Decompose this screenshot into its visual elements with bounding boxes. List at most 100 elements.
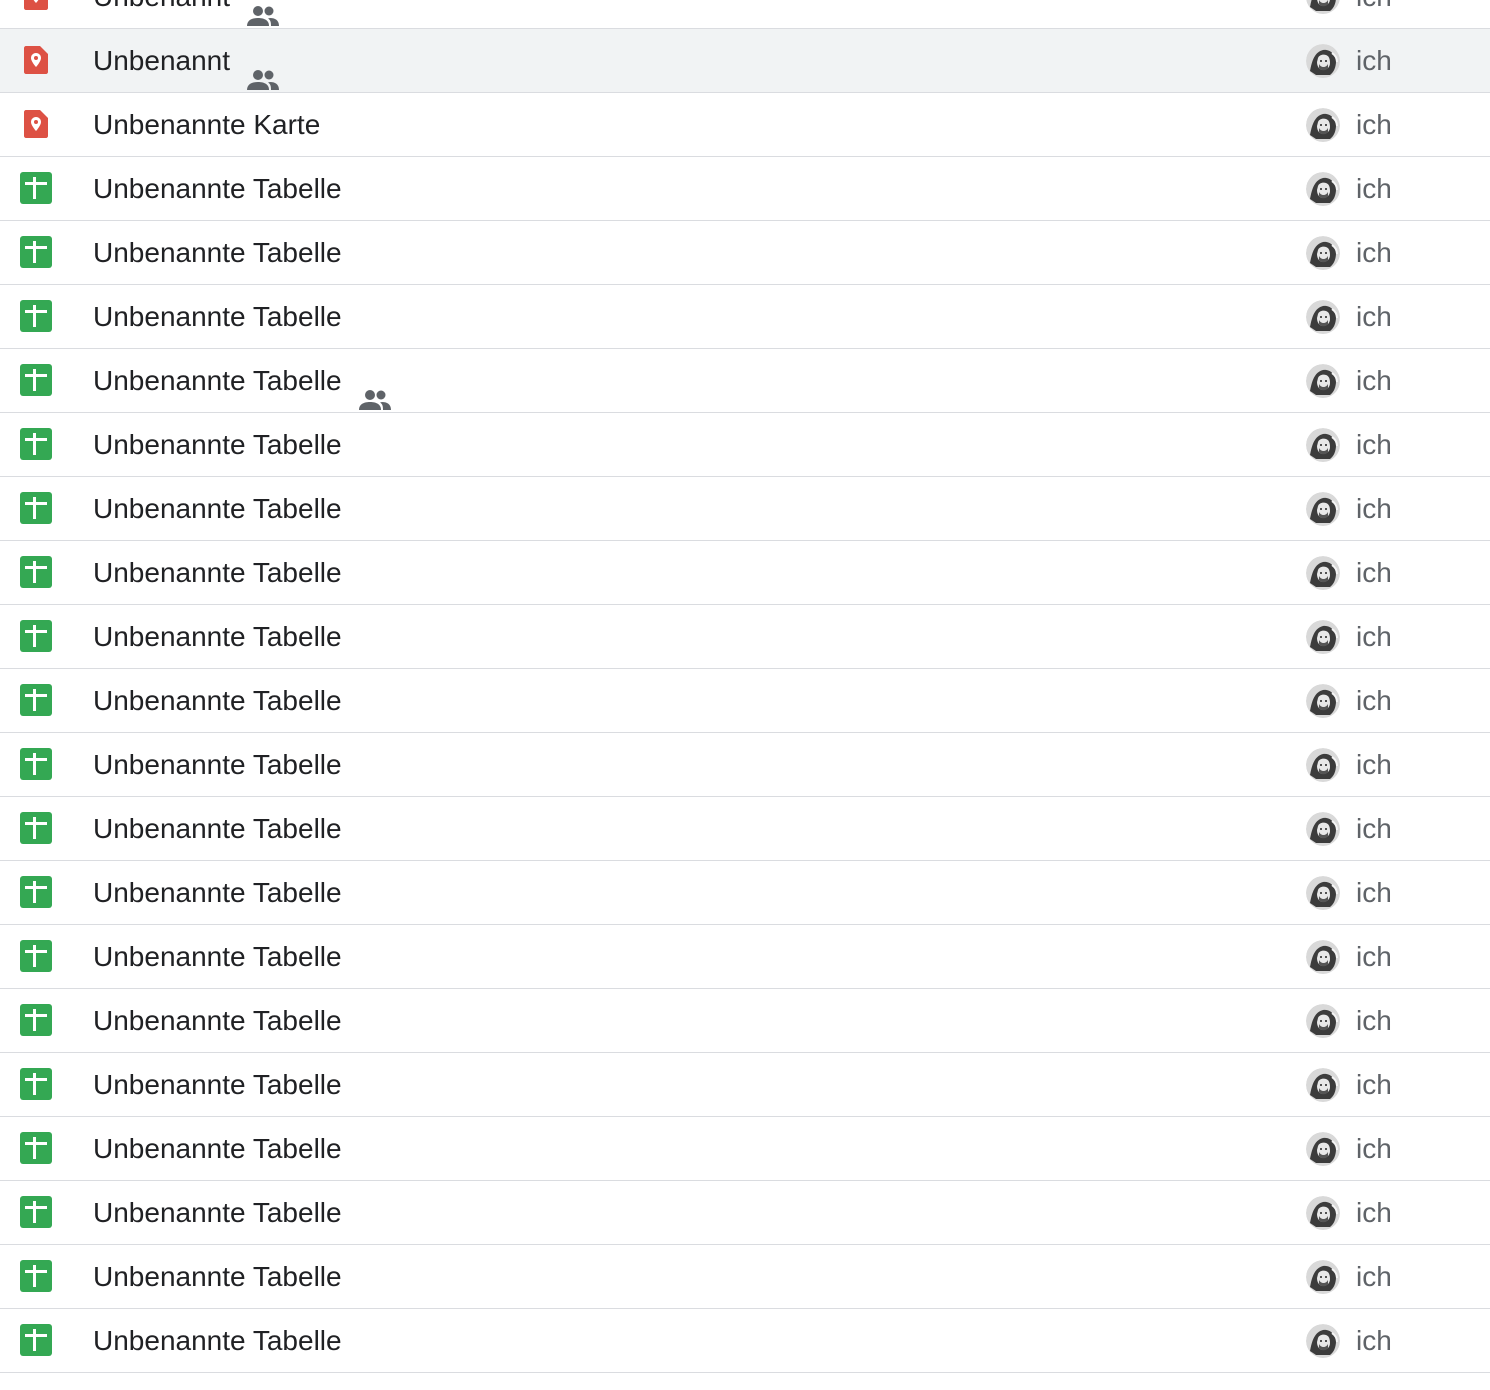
file-name: Unbenannt xyxy=(93,29,280,92)
file-name: Unbenannte Tabelle xyxy=(93,733,342,796)
owner-label: ich xyxy=(1356,620,1392,652)
sheets-file-icon xyxy=(20,748,52,780)
avatar xyxy=(1306,107,1340,142)
file-name: Unbenannte Tabelle xyxy=(93,477,342,540)
file-name-label: Unbenannte Tabelle xyxy=(93,493,342,524)
avatar xyxy=(1306,1323,1340,1358)
list-item[interactable]: Unbenannt ich xyxy=(0,29,1490,93)
owner-label: ich xyxy=(1356,172,1392,204)
file-name-label: Unbenannte Tabelle xyxy=(93,173,342,204)
list-item[interactable]: Unbenannte Tabelle ich xyxy=(0,221,1490,285)
owner-cell: ich xyxy=(1306,477,1392,540)
sheets-file-icon xyxy=(20,428,52,460)
sheets-file-icon xyxy=(20,812,52,844)
file-name: Unbenannte Tabelle xyxy=(93,861,342,924)
list-item[interactable]: Unbenannte Tabelle ich xyxy=(0,1117,1490,1181)
sheets-file-icon xyxy=(20,172,52,204)
file-name-label: Unbenannte Tabelle xyxy=(93,1197,342,1228)
owner-cell: ich xyxy=(1306,1117,1392,1180)
avatar xyxy=(1306,43,1340,78)
list-item[interactable]: Unbenannte Tabelle ich xyxy=(0,413,1490,477)
list-item[interactable]: Unbenannte Tabelle ich xyxy=(0,349,1490,413)
file-name-label: Unbenannte Tabelle xyxy=(93,813,342,844)
list-item[interactable]: Unbenannte Tabelle ich xyxy=(0,477,1490,541)
list-item[interactable]: Unbenannte Tabelle ich xyxy=(0,861,1490,925)
list-item[interactable]: Unbenannte Tabelle ich xyxy=(0,1309,1490,1373)
file-name-label: Unbenannte Tabelle xyxy=(93,365,342,396)
avatar xyxy=(1306,491,1340,526)
owner-cell: ich xyxy=(1306,221,1392,284)
file-name: Unbenannte Tabelle xyxy=(93,1245,342,1308)
file-name-label: Unbenannt xyxy=(93,0,230,28)
sheets-file-icon xyxy=(20,492,52,524)
file-name-label: Unbenannte Tabelle xyxy=(93,749,342,780)
list-item[interactable]: Unbenannte Tabelle ich xyxy=(0,605,1490,669)
file-name-label: Unbenannte Tabelle xyxy=(93,1261,342,1292)
owner-label: ich xyxy=(1356,236,1392,268)
file-name-label: Unbenannte Tabelle xyxy=(93,237,342,268)
list-item[interactable]: Unbenannte Tabelle ich xyxy=(0,157,1490,221)
file-name: Unbenannte Tabelle xyxy=(93,989,342,1052)
list-item[interactable]: Unbenannte Tabelle ich xyxy=(0,925,1490,989)
file-name-label: Unbenannte Tabelle xyxy=(93,685,342,716)
file-name-label: Unbenannte Tabelle xyxy=(93,429,342,460)
avatar xyxy=(1306,235,1340,270)
owner-cell: ich xyxy=(1306,1245,1392,1308)
list-item[interactable]: Unbenannte Tabelle ich xyxy=(0,285,1490,349)
list-item[interactable]: Unbenannte Tabelle ich xyxy=(0,733,1490,797)
owner-cell: ich xyxy=(1306,1309,1392,1372)
owner-label: ich xyxy=(1356,1132,1392,1164)
sheets-file-icon xyxy=(20,1324,52,1356)
owner-label: ich xyxy=(1356,940,1392,972)
owner-cell: ich xyxy=(1306,413,1392,476)
sheets-file-icon xyxy=(20,940,52,972)
sheets-file-icon xyxy=(20,620,52,652)
list-item[interactable]: Unbenannte Tabelle ich xyxy=(0,797,1490,861)
sheets-file-icon xyxy=(20,1132,52,1164)
owner-cell: ich xyxy=(1306,157,1392,220)
owner-cell: ich xyxy=(1306,541,1392,604)
list-item[interactable]: Unbenannte Tabelle ich xyxy=(0,669,1490,733)
file-name-label: Unbenannte Tabelle xyxy=(93,1325,342,1356)
avatar xyxy=(1306,555,1340,590)
shared-people-icon xyxy=(246,50,280,90)
shared-people-icon xyxy=(358,370,392,410)
file-name: Unbenannte Tabelle xyxy=(93,1181,342,1244)
owner-label: ich xyxy=(1356,684,1392,716)
owner-cell: ich xyxy=(1306,669,1392,732)
list-item[interactable]: Unbenannte Tabelle ich xyxy=(0,541,1490,605)
avatar xyxy=(1306,1259,1340,1294)
maps-file-icon xyxy=(20,108,52,140)
owner-label: ich xyxy=(1356,1324,1392,1356)
file-name: Unbenannte Karte xyxy=(93,93,320,156)
file-name: Unbenannte Tabelle xyxy=(93,1117,342,1180)
list-item[interactable]: Unbenannt ich xyxy=(0,0,1490,29)
sheets-file-icon xyxy=(20,236,52,268)
file-name-label: Unbenannte Tabelle xyxy=(93,941,342,972)
list-item[interactable]: Unbenannte Tabelle ich xyxy=(0,1181,1490,1245)
file-name: Unbenannte Tabelle xyxy=(93,349,392,412)
maps-file-icon xyxy=(20,44,52,76)
sheets-file-icon xyxy=(20,876,52,908)
avatar xyxy=(1306,1067,1340,1102)
list-item[interactable]: Unbenannte Tabelle ich xyxy=(0,1245,1490,1309)
file-name-label: Unbenannte Tabelle xyxy=(93,1005,342,1036)
owner-cell: ich xyxy=(1306,29,1392,92)
owner-cell: ich xyxy=(1306,1053,1392,1116)
sheets-file-icon xyxy=(20,1068,52,1100)
owner-cell: ich xyxy=(1306,0,1392,28)
sheets-file-icon xyxy=(20,556,52,588)
owner-label: ich xyxy=(1356,428,1392,460)
owner-label: ich xyxy=(1356,0,1392,13)
owner-label: ich xyxy=(1356,44,1392,76)
file-name-label: Unbenannte Tabelle xyxy=(93,301,342,332)
file-name: Unbenannte Tabelle xyxy=(93,541,342,604)
owner-label: ich xyxy=(1356,492,1392,524)
list-item[interactable]: Unbenannte Karte ich xyxy=(0,93,1490,157)
sheets-file-icon xyxy=(20,300,52,332)
avatar xyxy=(1306,1131,1340,1166)
list-item[interactable]: Unbenannte Tabelle ich xyxy=(0,1053,1490,1117)
list-item[interactable]: Unbenannte Tabelle ich xyxy=(0,989,1490,1053)
shared-people-icon xyxy=(246,0,280,26)
file-name-label: Unbenannte Tabelle xyxy=(93,557,342,588)
